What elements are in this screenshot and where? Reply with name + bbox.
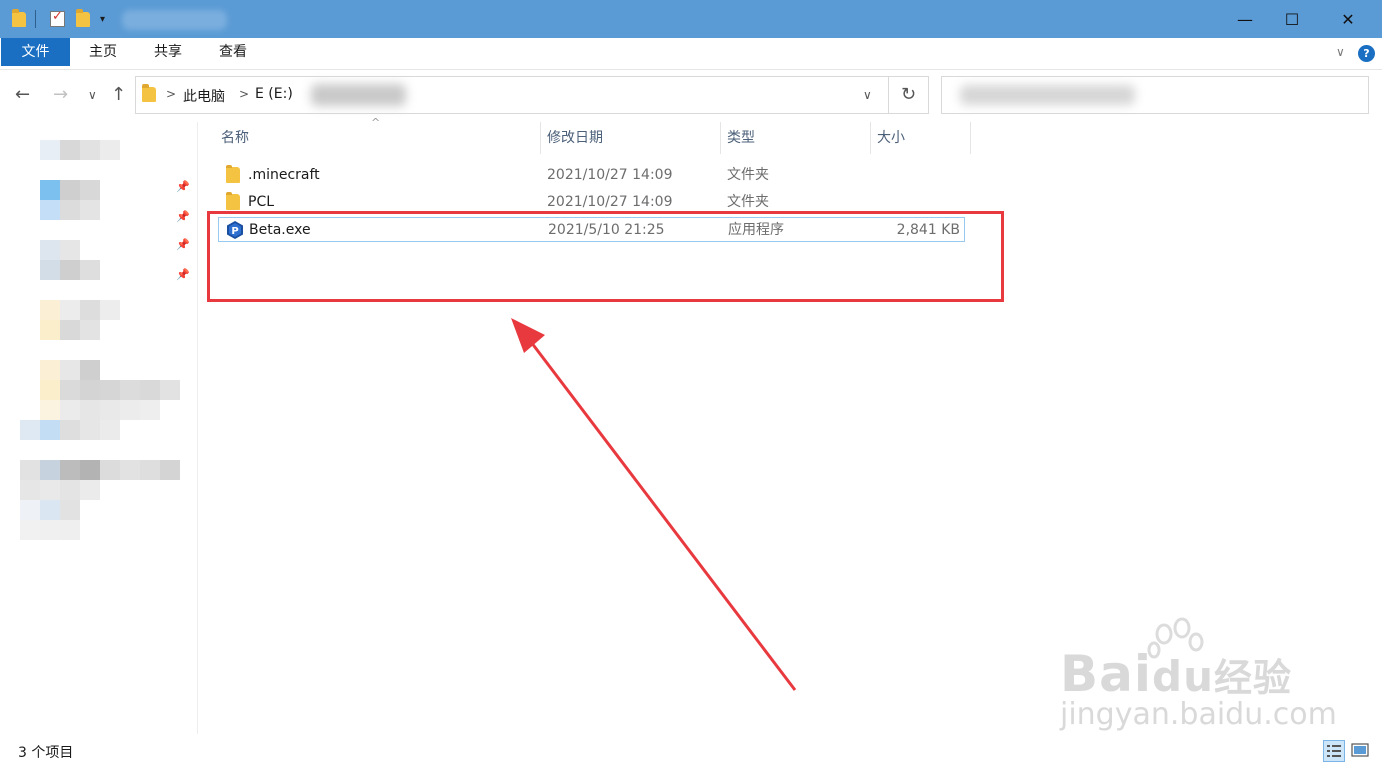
watermark-url: jingyan.baidu.com	[1060, 697, 1337, 732]
watermark-text: 经验	[1213, 656, 1292, 700]
watermark-text: du	[1152, 652, 1214, 701]
watermark-text: Bai	[1060, 645, 1152, 703]
baidu-watermark: Baidu经验 jingyan.baidu.com	[1060, 645, 1337, 732]
large-icons-view-icon	[1351, 743, 1369, 757]
large-icons-view-button[interactable]	[1350, 740, 1372, 762]
item-count: 3 个项目	[18, 745, 74, 761]
details-view-icon	[1327, 745, 1341, 757]
status-bar: 3 个项目	[0, 734, 1382, 767]
details-view-button[interactable]	[1323, 740, 1345, 762]
